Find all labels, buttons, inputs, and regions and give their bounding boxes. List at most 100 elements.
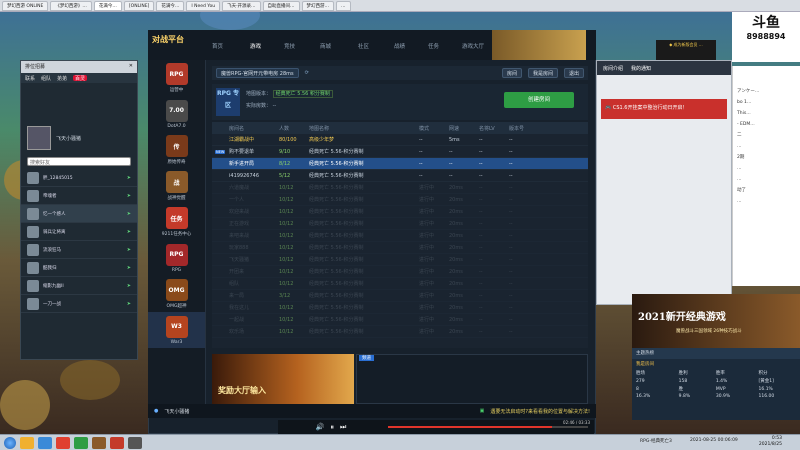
tab-contacts[interactable]: 联系 — [25, 75, 35, 82]
bottom-user[interactable]: 飞天小骚猪 — [164, 408, 189, 415]
list-item[interactable]: 流浪狂马 ➤ — [21, 241, 137, 259]
browser-tab[interactable]: … — [336, 1, 351, 11]
list-item[interactable]: 酷我归 ➤ — [21, 259, 137, 277]
friend-search-input[interactable]: 搜索好友 — [27, 157, 131, 166]
refresh-icon[interactable]: ⟳ — [305, 70, 309, 76]
avatar[interactable] — [27, 126, 51, 150]
video-progress[interactable]: 02:46 / 03:33 — [384, 420, 594, 434]
nav-item[interactable]: 竞技 — [284, 42, 295, 50]
side-list-item[interactable]: … — [737, 196, 796, 207]
browser-tab[interactable]: 花满今… — [93, 1, 122, 11]
top-banner-ad[interactable] — [492, 30, 586, 60]
chat-tab[interactable]: 频道 — [359, 355, 374, 361]
col-version[interactable]: 版本号 — [506, 125, 546, 132]
progress-track[interactable] — [388, 426, 588, 428]
game-item[interactable]: 传原始传奇 — [148, 132, 205, 168]
reward-hall-ad[interactable]: 奖励大厅输入 — [212, 354, 354, 404]
browser-tab[interactable]: 《梦幻西游》… — [50, 1, 92, 11]
nav-item[interactable]: 任务 — [428, 42, 439, 50]
browser-tab[interactable]: 飞天·开源录… — [222, 1, 261, 11]
send-icon[interactable]: ➤ — [127, 211, 131, 217]
col-players[interactable]: 人数 — [276, 125, 306, 132]
col-map[interactable]: 地图名称 — [306, 125, 416, 132]
send-icon[interactable]: ➤ — [127, 175, 131, 181]
send-icon[interactable]: ➤ — [127, 193, 131, 199]
tab-room-intro[interactable]: 房间介绍 — [603, 65, 623, 72]
table-row[interactable]: 六道魔战 10/12 经典死亡 5.56-积分赛制 进行中 20ms -- -- — [212, 182, 588, 194]
table-row[interactable]: i419926746 5/12 经典死亡 5.56-积分赛制 -- -- -- -- — [212, 170, 588, 182]
folder-icon[interactable] — [20, 436, 34, 449]
my-room-button[interactable]: 我是房间 — [527, 68, 558, 78]
game-item[interactable]: OMG OMG超神 — [148, 276, 205, 312]
send-icon[interactable]: ➤ — [127, 265, 131, 271]
side-list-item[interactable]: … — [737, 141, 796, 152]
col-level[interactable]: 名将LV — [476, 125, 506, 132]
game-item[interactable]: RPG 运营中 — [148, 60, 205, 96]
table-row[interactable]: 欢乐场 10/12 经典死亡 5.56-积分赛制 进行中 20ms -- -- — [212, 326, 588, 338]
side-list-item[interactable]: 2期 — [737, 152, 796, 163]
side-list-item[interactable]: アンケー… — [737, 86, 796, 97]
table-row[interactable]: 新手进开局 8/12 经典死亡 5.56-积分赛制 -- -- -- -- — [212, 158, 588, 170]
browser-icon[interactable] — [38, 436, 52, 449]
chat-area[interactable]: 频道 — [356, 354, 588, 404]
game-icon[interactable] — [110, 436, 124, 449]
table-row[interactable]: 开团来 10/12 经典死亡 5.56-积分赛制 进行中 20ms -- -- — [212, 266, 588, 278]
table-row[interactable]: 组队 10/12 经典死亡 5.56-积分赛制 进行中 20ms -- -- — [212, 278, 588, 290]
volume-icon[interactable]: 🔊 — [316, 423, 325, 431]
game-item[interactable]: RPG RPG — [148, 240, 205, 276]
list-item[interactable]: 胖_12845015 ➤ — [21, 169, 137, 187]
browser-tab[interactable]: 梦幻西游… — [301, 1, 335, 11]
list-item[interactable]: 帝魂者 ➤ — [21, 187, 137, 205]
game-item[interactable]: 任务 9211任务中心 — [148, 204, 205, 240]
side-list-item[interactable]: 二 — [737, 130, 796, 141]
table-row[interactable]: 江湖霸战中 80/100 高级少年梦 -- 5ms -- -- — [212, 134, 588, 146]
game-item[interactable]: 7.00 DotA7.0 — [148, 96, 205, 132]
side-list-item[interactable]: This… — [737, 108, 796, 119]
nav-item[interactable]: 商城 — [320, 42, 331, 50]
col-ping[interactable]: 网速 — [446, 125, 476, 132]
col-room-name[interactable]: 房间名 — [226, 125, 276, 132]
list-item[interactable]: 忆一个感人 ➤ — [21, 205, 137, 223]
side-list-item[interactable]: - EDM… — [737, 119, 796, 130]
tab-brothers[interactable]: 弟弟 — [57, 75, 67, 82]
browser-tab[interactable]: 自助直播间… — [262, 1, 300, 11]
app-icon[interactable] — [128, 436, 142, 449]
tab-notice[interactable]: 我的通知 — [631, 65, 651, 72]
list-item[interactable]: 一刀一战 ➤ — [21, 295, 137, 313]
nav-item[interactable]: 首页 — [212, 42, 223, 50]
map-version-select[interactable]: 经典死亡 5.56 积分赛制 — [272, 90, 333, 98]
nav-item[interactable]: 游戏 — [250, 42, 261, 50]
side-list-item[interactable]: … — [737, 163, 796, 174]
browser-tab[interactable]: 花满今… — [156, 1, 185, 11]
browser-tab[interactable]: [ONLINE] — [123, 1, 155, 11]
pause-icon[interactable]: ⏸ — [330, 423, 334, 432]
game-item[interactable]: W3 War3 — [148, 312, 205, 348]
table-row[interactable]: 一起战 10/12 经典死亡 5.56-积分赛制 进行中 20ms -- -- — [212, 314, 588, 326]
table-row[interactable]: 玩家888 10/12 经典死亡 5.56-积分赛制 进行中 20ms -- -- — [212, 242, 588, 254]
user-icon[interactable]: ● — [154, 408, 158, 414]
start-button[interactable] — [4, 436, 16, 449]
bottom-notice[interactable]: 遇要无法启动时?来看看我的位置与解决方法! — [490, 408, 590, 415]
nav-item[interactable]: 社区 — [358, 42, 369, 50]
create-room-button[interactable]: 创建房间 — [504, 92, 574, 108]
table-row[interactable]: 我在这儿 10/12 经典死亡 5.56-积分赛制 进行中 20ms -- -- — [212, 302, 588, 314]
nav-item[interactable]: 战绩 — [394, 42, 405, 50]
app-icon[interactable] — [56, 436, 70, 449]
tab-team[interactable]: 组队 — [41, 75, 51, 82]
top-right-ad[interactable]: ◆ 成为新版会员 … — [656, 40, 716, 60]
send-icon[interactable]: ➤ — [127, 301, 131, 307]
app-icon[interactable] — [74, 436, 88, 449]
table-row[interactable]: 一个人 10/12 经典死亡 5.56-积分赛制 进行中 20ms -- -- — [212, 194, 588, 206]
table-row[interactable]: 正在游戏 10/12 经典死亡 5.56-积分赛制 进行中 20ms -- -- — [212, 218, 588, 230]
table-row[interactable]: 飞天骚猪 10/12 经典死亡 5.56-积分赛制 进行中 20ms -- -- — [212, 254, 588, 266]
side-list-item[interactable]: bo 1… — [737, 97, 796, 108]
list-item[interactable]: 缩影九幽II ➤ — [21, 277, 137, 295]
list-item[interactable]: 骑兵让将离 ➤ — [21, 223, 137, 241]
browser-tab[interactable]: 梦幻西游 ONLINE — [2, 1, 49, 11]
table-row[interactable]: NEW 购不要退单 9/10 经典死亡 5.56-积分赛制 -- -- -- -- — [212, 146, 588, 158]
nav-item[interactable]: 游戏大厅 — [462, 42, 484, 50]
send-icon[interactable]: ➤ — [127, 229, 131, 235]
col-mode[interactable]: 模式 — [416, 125, 446, 132]
promo-banner[interactable]: 2021新开经典游戏 魔兽战斗三国领域 26种技巧战斗 — [632, 294, 800, 348]
table-row[interactable]: 来一局 3/12 经典死亡 5.56-积分赛制 进行中 20ms -- -- — [212, 290, 588, 302]
